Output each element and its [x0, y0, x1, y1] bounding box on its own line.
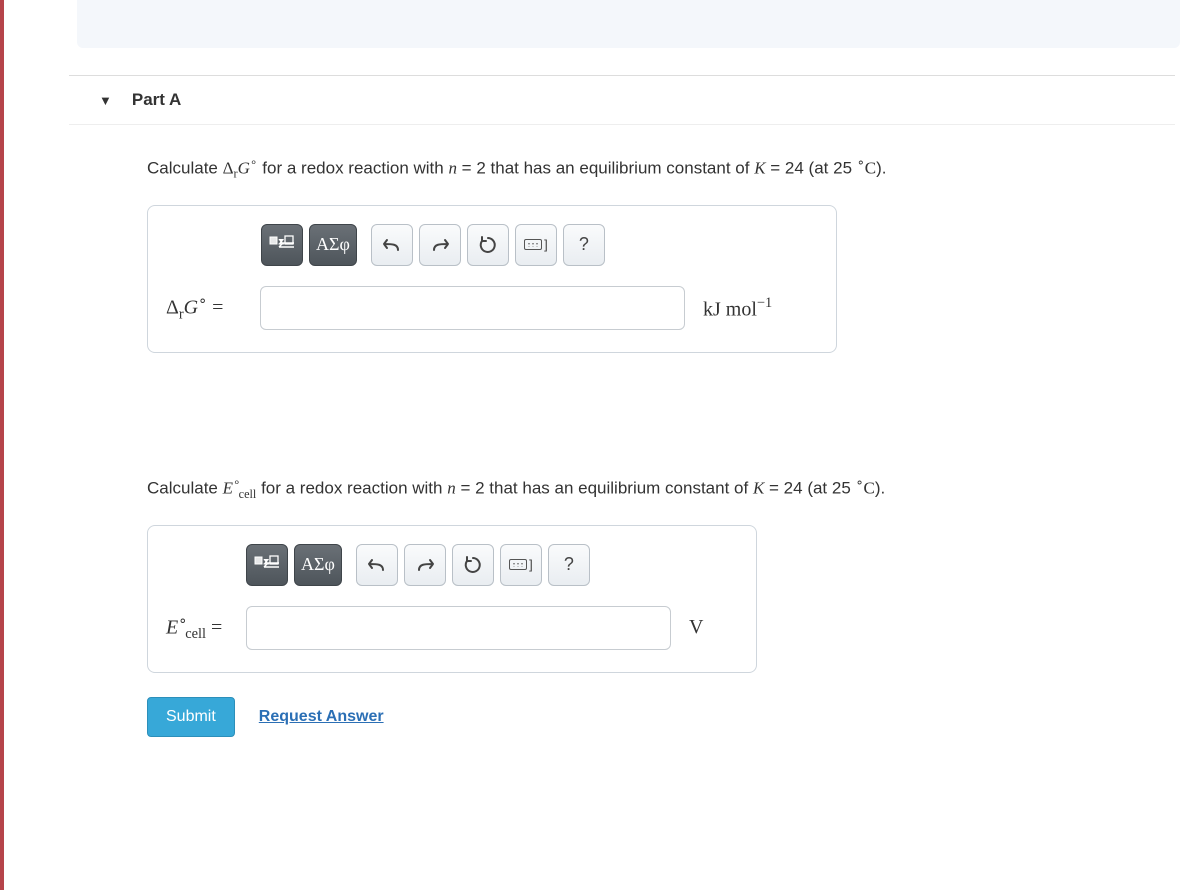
keyboard-icon: ] — [524, 237, 548, 252]
question-1-text: Calculate ΔrG∘ for a redox reaction with… — [147, 153, 1160, 183]
submit-button[interactable]: Submit — [147, 697, 235, 737]
keyboard-button[interactable]: ] — [515, 224, 557, 266]
greek-symbols-button[interactable]: ΑΣφ — [294, 544, 342, 586]
part-a-header[interactable]: ▼ Part A — [69, 75, 1175, 125]
answer-1-units: kJ mol−1 — [703, 295, 772, 322]
undo-button[interactable] — [356, 544, 398, 586]
help-button[interactable]: ? — [563, 224, 605, 266]
answer-2-toolbar: x ΑΣφ — [246, 544, 738, 586]
info-banner — [77, 0, 1180, 48]
answer-1-toolbar: x ΑΣφ — [261, 224, 818, 266]
answer-2-card: x ΑΣφ — [147, 525, 757, 673]
undo-button[interactable] — [371, 224, 413, 266]
request-answer-link[interactable]: Request Answer — [259, 708, 384, 726]
reset-button[interactable] — [452, 544, 494, 586]
answer-1-input[interactable] — [260, 286, 685, 330]
answer-2-units: V — [689, 616, 703, 639]
redo-button[interactable] — [404, 544, 446, 586]
redo-button[interactable] — [419, 224, 461, 266]
answer-1-card: x ΑΣφ — [147, 205, 837, 353]
keyboard-button[interactable]: ] — [500, 544, 542, 586]
answer-2-input[interactable] — [246, 606, 671, 650]
part-label: Part A — [132, 90, 181, 110]
template-button[interactable]: x — [261, 224, 303, 266]
question-2-text: Calculate E∘cell for a redox reaction wi… — [147, 473, 1160, 503]
reset-button[interactable] — [467, 224, 509, 266]
keyboard-icon: ] — [509, 557, 533, 572]
greek-symbols-button[interactable]: ΑΣφ — [309, 224, 357, 266]
template-button[interactable]: x — [246, 544, 288, 586]
answer-1-lhs: ΔrG∘ = — [166, 293, 250, 324]
help-button[interactable]: ? — [548, 544, 590, 586]
collapse-caret-icon: ▼ — [99, 93, 112, 108]
answer-2-lhs: E∘cell = — [166, 613, 236, 644]
